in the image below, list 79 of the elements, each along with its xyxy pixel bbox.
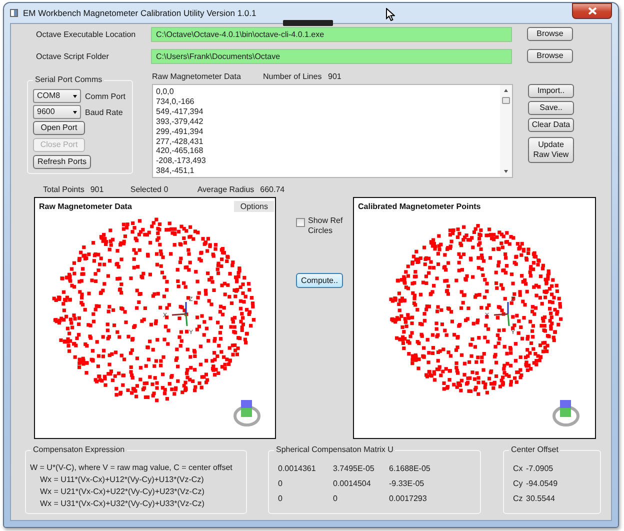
expression-line: Wx = U11*(Vx-Cx)+U12*(Vy-Cy)+U13*(Vz-Cz) <box>39 475 205 485</box>
raw-data-field[interactable]: 0,0,0 734,0,-166 549,-417,394 393,-379,442 299,-491,394 277,-428,431 420,-465,168 -208,-173,493 384,-451,1 <box>152 84 513 178</box>
group-title: Center Offset <box>509 445 560 455</box>
caret-icon <box>73 110 77 114</box>
drag-handle[interactable] <box>283 20 333 26</box>
action-button[interactable]: Update Raw View <box>528 137 574 163</box>
data-line: 549,-417,394 <box>156 106 204 117</box>
app-icon <box>10 9 18 17</box>
matrix-value: 0.0014361 <box>278 464 317 474</box>
caret-icon <box>73 94 77 98</box>
stat-label: Average Radius <box>197 184 256 194</box>
axis-triad-icon <box>494 302 510 326</box>
window-title: EM Workbench Magnetometer Calibration Utility Version 1.0.1 <box>23 8 256 18</box>
stat-value: 901 <box>90 184 105 194</box>
offset-label: Cy <box>513 479 524 489</box>
stat-label: Total Points <box>43 184 86 194</box>
group-title: Spherical Compensaton Matrix U <box>274 445 396 455</box>
scroll-thumb[interactable] <box>502 97 510 104</box>
view-cube-icon[interactable] <box>234 400 260 426</box>
matrix-value: 0 <box>333 494 338 504</box>
plot-title: Raw Magnetometer Data <box>39 202 132 212</box>
matrix-value: 0.0014504 <box>333 479 372 489</box>
expression-line: Wx = U31*(Vx-Cx)+U32*(Vy-Cy)+U33*(Vz-Cz) <box>39 499 206 509</box>
compute-button[interactable]: Compute.. <box>296 273 343 288</box>
path-field[interactable]: C:\Users\Frank\Documents\Octave <box>151 48 512 64</box>
action-button[interactable]: Save.. <box>528 101 574 115</box>
scroll-up-icon <box>504 89 508 92</box>
line-count: 901 <box>328 72 342 82</box>
matrix-value: 0.0017293 <box>389 494 428 504</box>
group-title: Serial Port Comms <box>33 75 104 85</box>
data-line: 277,-428,431 <box>156 136 204 146</box>
offset-label: Cz <box>513 494 524 504</box>
mouse-pointer-icon <box>386 8 395 21</box>
browse-button[interactable]: Browse <box>527 49 573 63</box>
field-label: Octave Executable Location <box>35 30 137 38</box>
port-button[interactable]: Refresh Ports <box>33 155 91 169</box>
offset-value: 30.5544 <box>526 494 556 504</box>
browse-button[interactable]: Browse <box>527 27 573 41</box>
dropdown[interactable]: COM8 <box>33 89 81 103</box>
group-title: Compensaton Expression <box>31 445 127 455</box>
plot-title: Calibrated Magnetometer Points <box>358 202 481 212</box>
matrix-value: -9.33E-05 <box>389 479 426 489</box>
close-icon <box>588 7 596 15</box>
action-button[interactable]: Clear Data <box>528 118 574 132</box>
scroll-down-icon <box>504 170 508 173</box>
offset-value: -94.0549 <box>526 479 558 489</box>
stat-value: 660.74 <box>260 184 285 194</box>
options-button[interactable]: Options <box>234 201 274 212</box>
dropdown-label: Baud Rate <box>85 108 123 116</box>
data-line: 393,-379,442 <box>156 116 204 127</box>
data-line: -208,-173,493 <box>156 156 207 166</box>
expression-line: Wx = U21*(Vx-Cx)+U22*(Vy-Cy)+U23*(Vz-Cz) <box>39 487 206 497</box>
port-button[interactable]: Open Port <box>33 121 85 135</box>
checkbox[interactable] <box>296 218 305 227</box>
offset-label: Cx <box>513 464 524 474</box>
dropdown-label: Comm Port <box>85 92 126 100</box>
offset-value: -7.0905 <box>526 464 554 474</box>
checkbox-label: Show Ref Circles <box>308 216 344 236</box>
line-count-label: Number of Lines <box>263 72 323 82</box>
data-line: 384,-451,1 <box>156 166 196 176</box>
action-button[interactable]: Import.. <box>528 84 574 98</box>
data-line: 734,0,-166 <box>156 96 196 107</box>
scrollbar[interactable] <box>500 85 512 177</box>
matrix-value: 3.7495E-05 <box>333 464 376 474</box>
axis-triad-icon <box>172 302 188 326</box>
matrix-value: 0 <box>278 479 284 489</box>
data-label: Raw Magnetometer Data <box>152 72 242 82</box>
matrix-value: 0 <box>278 494 284 504</box>
data-line: 299,-491,394 <box>156 126 204 137</box>
close-button[interactable] <box>572 3 612 19</box>
data-line: 0,0,0 <box>156 87 175 97</box>
view-cube-icon[interactable] <box>552 400 580 426</box>
path-field[interactable]: C:\Octave\Octave-4.0.1\bin\octave-cli-4.0.1.exe <box>151 26 512 42</box>
dropdown[interactable]: 9600 <box>33 105 81 119</box>
stat-label: Selected 0 <box>130 184 170 194</box>
data-line: 420,-465,168 <box>156 146 204 156</box>
matrix-value: 6.1688E-05 <box>389 464 432 474</box>
field-label: Octave Script Folder <box>35 52 110 60</box>
expression-line: W = U*(V-C), where V = raw mag value, C = center offset <box>30 463 234 473</box>
